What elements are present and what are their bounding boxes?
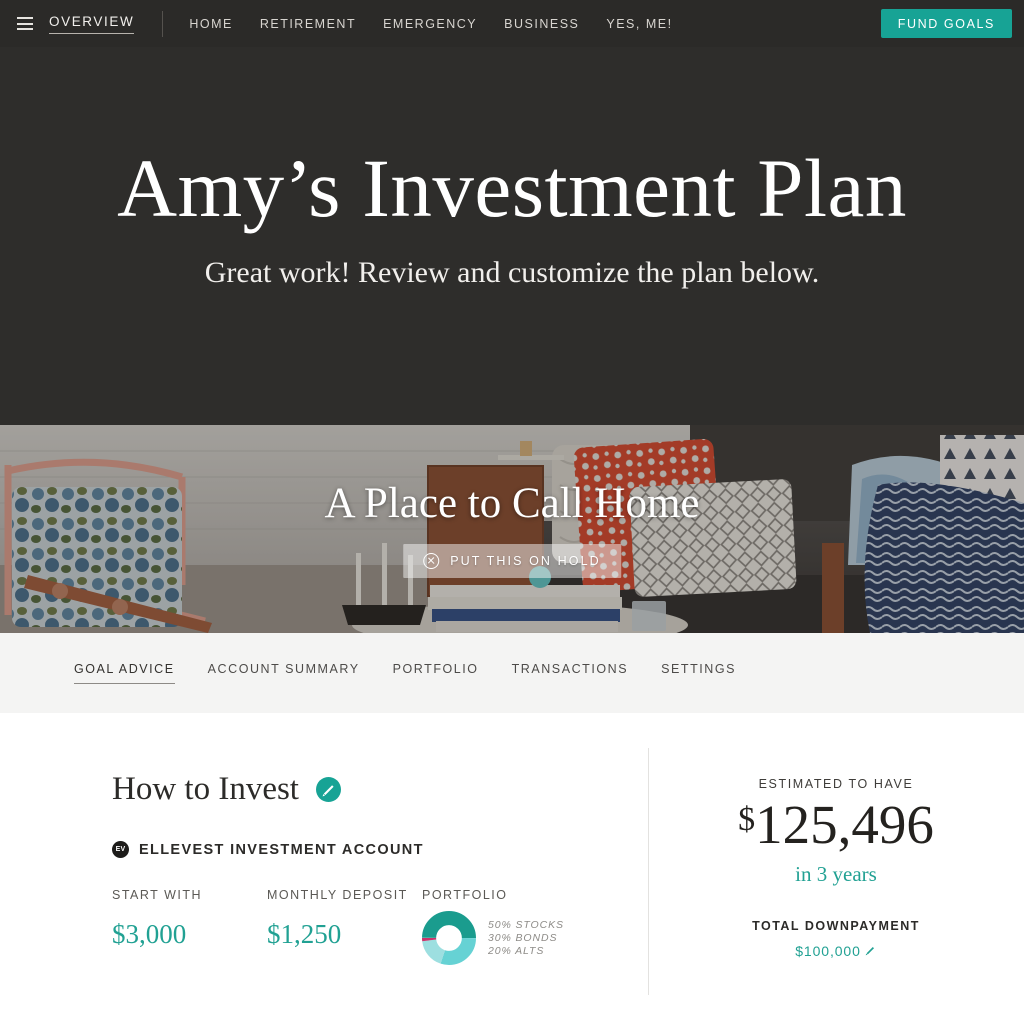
- section-title: How to Invest: [112, 771, 299, 807]
- hamburger-line: [17, 17, 33, 19]
- stat-start-with: START WITH $3,000: [112, 888, 267, 965]
- tab-goal-advice[interactable]: GOAL ADVICE: [74, 662, 175, 684]
- amount-value: 125,496: [755, 794, 934, 855]
- tab-transactions[interactable]: TRANSACTIONS: [512, 662, 629, 684]
- stat-label: PORTFOLIO: [422, 888, 508, 902]
- stat-label: MONTHLY DEPOSIT: [267, 888, 408, 902]
- stat-monthly-deposit: MONTHLY DEPOSIT $1,250: [267, 888, 422, 965]
- estimate-timeframe: in 3 years: [795, 861, 877, 886]
- estimated-to-have-label: ESTIMATED TO HAVE: [758, 777, 914, 791]
- hamburger-line: [17, 22, 33, 25]
- hamburger-menu-icon[interactable]: [17, 17, 33, 30]
- put-on-hold-button[interactable]: PUT THIS ON HOLD: [403, 544, 621, 578]
- stat-value: $1,250: [267, 919, 342, 949]
- portfolio-legend: 50% STOCKS 30% BONDS 20% ALTS: [488, 919, 564, 957]
- top-navigation-bar: OVERVIEW HOME RETIREMENT EMERGENCY BUSIN…: [0, 0, 1024, 47]
- investment-stats-row: START WITH $3,000 MONTHLY DEPOSIT $1,250…: [112, 888, 632, 965]
- goal-tab-bar: GOAL ADVICE ACCOUNT SUMMARY PORTFOLIO TR…: [0, 633, 1024, 713]
- currency-symbol: $: [738, 801, 756, 838]
- pencil-edit-icon[interactable]: [864, 944, 877, 957]
- edit-how-to-invest-button[interactable]: [315, 777, 341, 802]
- how-to-invest-section: How to Invest EV ELLEVEST INVESTMENT ACC…: [112, 713, 632, 965]
- nav-item-business[interactable]: BUSINESS: [504, 17, 579, 31]
- nav-item-retirement[interactable]: RETIREMENT: [260, 17, 356, 31]
- nav-divider: [162, 10, 164, 37]
- estimated-amount: $125,496: [738, 794, 934, 856]
- legend-item-bonds: 30% BONDS: [488, 932, 558, 944]
- hamburger-line: [17, 28, 33, 30]
- total-downpayment-value: $100,000: [795, 942, 861, 959]
- page-title: Amy’s Investment Plan: [117, 142, 907, 234]
- legend-item-alts: 20% ALTS: [488, 945, 545, 957]
- account-name-label: ELLEVEST INVESTMENT ACCOUNT: [139, 841, 424, 858]
- goal-name-title: A Place to Call Home: [324, 480, 700, 527]
- how-to-invest-header: How to Invest: [112, 771, 632, 808]
- account-row: EV ELLEVEST INVESTMENT ACCOUNT: [112, 841, 632, 858]
- tab-portfolio[interactable]: PORTFOLIO: [393, 662, 479, 684]
- tab-account-summary[interactable]: ACCOUNT SUMMARY: [208, 662, 360, 684]
- stat-portfolio: PORTFOLIO 50% STOCKS 30% BONDS 20% ALTS: [422, 888, 564, 965]
- nav-item-yes-me[interactable]: YES, ME!: [606, 17, 672, 31]
- banner-dim-overlay: [0, 425, 1024, 633]
- goal-summary-section: ESTIMATED TO HAVE $125,496 in 3 years TO…: [648, 713, 1024, 959]
- stat-value: $3,000: [112, 919, 187, 949]
- nav-item-emergency[interactable]: EMERGENCY: [383, 17, 477, 31]
- page-subtitle: Great work! Review and customize the pla…: [204, 256, 820, 289]
- tab-settings[interactable]: SETTINGS: [661, 662, 736, 684]
- pencil-edit-icon: [322, 785, 334, 797]
- ellevest-logo-icon: EV: [112, 841, 129, 858]
- goal-advice-panel: How to Invest EV ELLEVEST INVESTMENT ACC…: [0, 713, 1024, 1029]
- nav-item-overview[interactable]: OVERVIEW: [49, 14, 135, 34]
- nav-links: HOME RETIREMENT EMERGENCY BUSINESS YES, …: [189, 17, 672, 31]
- fund-goals-button[interactable]: FUND GOALS: [880, 9, 1012, 38]
- legend-item-stocks: 50% STOCKS: [488, 919, 564, 931]
- put-on-hold-label: PUT THIS ON HOLD: [450, 554, 601, 568]
- total-downpayment-label: TOTAL DOWNPAYMENT: [752, 918, 920, 933]
- nav-item-home[interactable]: HOME: [189, 17, 233, 31]
- stat-label: START WITH: [112, 888, 202, 902]
- total-downpayment-row[interactable]: $100,000: [795, 943, 877, 959]
- portfolio-allocation: 50% STOCKS 30% BONDS 20% ALTS: [422, 911, 564, 965]
- hero-section: Amy’s Investment Plan Great work! Review…: [0, 47, 1024, 425]
- portfolio-donut-chart: [422, 911, 476, 965]
- goal-photo-banner: A Place to Call Home PUT THIS ON HOLD: [0, 425, 1024, 633]
- circle-x-icon: [423, 553, 440, 569]
